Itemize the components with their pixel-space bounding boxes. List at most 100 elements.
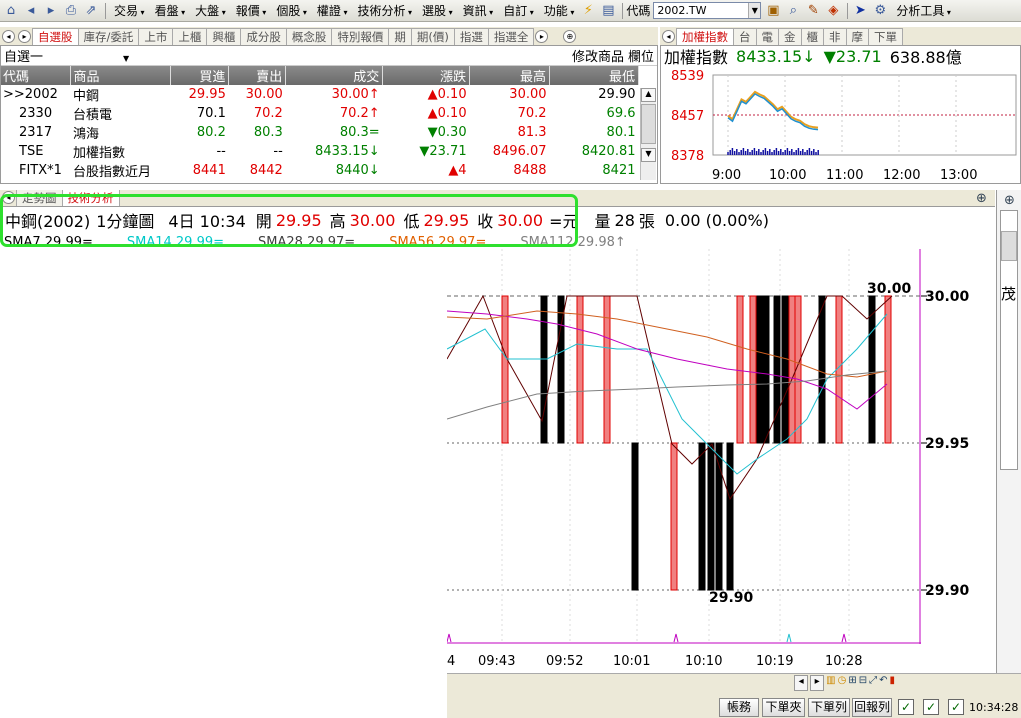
tab-components[interactable]: 成分股 bbox=[240, 28, 287, 45]
scroll-left-icon[interactable]: ◂ bbox=[794, 675, 809, 691]
col-ask[interactable]: 賣出 bbox=[228, 66, 287, 85]
col-bid[interactable]: 買進 bbox=[170, 66, 230, 85]
menu-analysis-tool[interactable]: 分析工具 bbox=[891, 2, 956, 19]
tab-special[interactable]: 特別報價 bbox=[331, 28, 390, 45]
forward-icon[interactable]: ▸ bbox=[42, 2, 60, 20]
menu-trade[interactable]: 交易 bbox=[109, 2, 150, 19]
col-code[interactable]: 代碼 bbox=[1, 66, 72, 85]
stock-icon[interactable]: ▣ bbox=[764, 2, 782, 20]
tab-prev-icon[interactable]: ◂ bbox=[2, 30, 15, 43]
tab-otc[interactable]: 上櫃 bbox=[172, 28, 208, 45]
tools-icon[interactable]: ✎ bbox=[804, 2, 822, 20]
tab-elec[interactable]: 電 bbox=[755, 28, 779, 45]
volume-label: 量 bbox=[594, 212, 611, 231]
tab-inventory[interactable]: 庫存/委託 bbox=[77, 28, 140, 45]
blank-area bbox=[0, 249, 447, 718]
bar-icon[interactable]: ▮ bbox=[889, 675, 895, 691]
kline-bar bbox=[762, 295, 770, 444]
tab-concept[interactable]: 概念股 bbox=[285, 28, 333, 45]
x-tick-label: 10:01 bbox=[613, 654, 651, 669]
tab-watchlist[interactable]: 自選股 bbox=[32, 28, 79, 45]
tab-index-options[interactable]: 指選 bbox=[453, 28, 489, 45]
tab-next-icon[interactable]: ▸ bbox=[18, 30, 31, 43]
lightning-icon[interactable]: ⚡ bbox=[579, 2, 597, 20]
zoom-in-icon[interactable]: ⊞ bbox=[848, 675, 856, 691]
tab-otc-index[interactable]: 櫃 bbox=[800, 28, 824, 45]
tab-taiex[interactable]: 加權指數 bbox=[676, 28, 734, 45]
cell-chg: ▲0.10 bbox=[427, 106, 467, 121]
col-high[interactable]: 最高 bbox=[469, 66, 551, 85]
zoom-icon[interactable]: ⊕ bbox=[1004, 193, 1015, 208]
fit-icon[interactable]: ⤢ bbox=[869, 675, 877, 691]
cell-high: 70.2 bbox=[517, 106, 547, 121]
back-icon[interactable]: ◂ bbox=[22, 2, 40, 20]
tab-listed[interactable]: 上市 bbox=[138, 28, 174, 45]
home-icon[interactable]: ⌂ bbox=[2, 2, 20, 20]
table-row[interactable]: 2330 台積電 70.1 70.2 70.2↑ ▲0.10 70.2 69.6 bbox=[1, 104, 639, 123]
search-icon[interactable]: ⌕ bbox=[784, 2, 802, 20]
tab-non[interactable]: 非 bbox=[823, 28, 847, 45]
cursor-icon[interactable]: ➤ bbox=[851, 2, 869, 20]
list-selector[interactable]: 自選一 ▼ bbox=[4, 46, 129, 65]
table-row[interactable]: FITX*1 台股指數近月 8441 8442 8440↓ ▲4 8488 8421 bbox=[1, 161, 639, 180]
scroll-down-icon[interactable]: ▼ bbox=[641, 148, 656, 162]
check-icon[interactable]: ✓ bbox=[948, 699, 964, 715]
chevron-down-icon[interactable]: ▼ bbox=[123, 54, 129, 63]
order-bar-button[interactable]: 下單列 bbox=[808, 698, 850, 717]
menu-info[interactable]: 資訊 bbox=[458, 2, 499, 19]
tab-msci[interactable]: 摩 bbox=[845, 28, 869, 45]
notepad-icon[interactable]: ▤ bbox=[599, 2, 617, 20]
menu-function[interactable]: 功能 bbox=[539, 2, 580, 19]
watch-scrollbar[interactable]: ▲ ▼ bbox=[640, 88, 656, 180]
col-low[interactable]: 最低 bbox=[549, 66, 639, 85]
menu-screener[interactable]: 選股 bbox=[417, 2, 458, 19]
check-icon[interactable]: ✓ bbox=[898, 699, 914, 715]
col-name[interactable]: 商品 bbox=[70, 66, 172, 85]
tab-prev-icon[interactable]: ◂ bbox=[662, 30, 675, 43]
menu-technical[interactable]: 技術分析 bbox=[352, 2, 417, 19]
table-row[interactable]: TSE 加權指數 -- -- 8433.15↓ ▼23.71 8496.07 8420.81 bbox=[1, 142, 639, 161]
side-scroll-thumb[interactable] bbox=[1001, 231, 1017, 261]
quote-table: 代碼 商品 買進 賣出 成交 漲跌 最高 最低 >>2002 中鋼 29.95 30.… bbox=[1, 66, 639, 180]
code-combo[interactable]: 2002.TW ▼ bbox=[653, 2, 762, 19]
menu-quote[interactable]: 報價 bbox=[231, 2, 272, 19]
popout-icon[interactable]: ⇗ bbox=[82, 2, 100, 20]
menu-stock[interactable]: 個股 bbox=[271, 2, 312, 19]
chevron-down-icon[interactable]: ▼ bbox=[748, 3, 761, 18]
side-scrollbar[interactable] bbox=[1000, 210, 1018, 470]
tab-order[interactable]: 下單 bbox=[868, 28, 903, 45]
menu-custom[interactable]: 自訂 bbox=[498, 2, 539, 19]
menu-market[interactable]: 大盤 bbox=[190, 2, 231, 19]
zoom-icon[interactable]: ⊕ bbox=[563, 30, 577, 43]
scroll-up-icon[interactable]: ▲ bbox=[641, 88, 656, 102]
tab-emerging[interactable]: 興櫃 bbox=[206, 28, 242, 45]
col-change[interactable]: 漲跌 bbox=[382, 66, 471, 85]
col-last[interactable]: 成交 bbox=[285, 66, 384, 85]
scroll-thumb[interactable] bbox=[641, 104, 656, 144]
zoom-icon[interactable]: ⊕ bbox=[976, 191, 987, 206]
table-row[interactable]: 2317 鴻海 80.2 80.3 80.3= ▼0.30 81.3 80.1 bbox=[1, 123, 639, 142]
analysis-icon[interactable]: ⚙ bbox=[871, 2, 889, 20]
field-button[interactable]: 欄位 bbox=[628, 50, 654, 65]
table-row[interactable]: >>2002 中鋼 29.95 30.00 30.00↑ ▲0.10 30.00 29.90 bbox=[1, 85, 639, 104]
account-button[interactable]: 帳務 bbox=[719, 698, 759, 717]
scroll-right-icon[interactable]: ▸ bbox=[810, 675, 825, 691]
tab-scroll-icon[interactable]: ▸ bbox=[535, 30, 549, 43]
clock-icon[interactable]: ◷ bbox=[838, 675, 847, 691]
tab-tw[interactable]: 台 bbox=[733, 28, 757, 45]
order-folder-button[interactable]: 下單夾 bbox=[762, 698, 805, 717]
zoom-out-icon[interactable]: ⊟ bbox=[859, 675, 867, 691]
check-icon[interactable]: ✓ bbox=[923, 699, 939, 715]
menu-watch[interactable]: 看盤 bbox=[150, 2, 191, 19]
undo-icon[interactable]: ↶ bbox=[879, 675, 887, 691]
modify-button[interactable]: 修改商品 bbox=[572, 50, 624, 65]
tab-fin[interactable]: 金 bbox=[778, 28, 802, 45]
chart-type-icon[interactable]: ▥ bbox=[826, 675, 835, 691]
tag-icon[interactable]: ◈ bbox=[824, 2, 842, 20]
menu-warrant[interactable]: 權證 bbox=[312, 2, 353, 19]
tab-futures[interactable]: 期 bbox=[388, 28, 412, 45]
report-bar-button[interactable]: 回報列 bbox=[852, 698, 892, 717]
print-icon[interactable]: ⎙ bbox=[62, 2, 80, 20]
tab-futures-price[interactable]: 期(價) bbox=[410, 28, 455, 45]
tab-index-options-all[interactable]: 指選全 bbox=[487, 28, 535, 45]
